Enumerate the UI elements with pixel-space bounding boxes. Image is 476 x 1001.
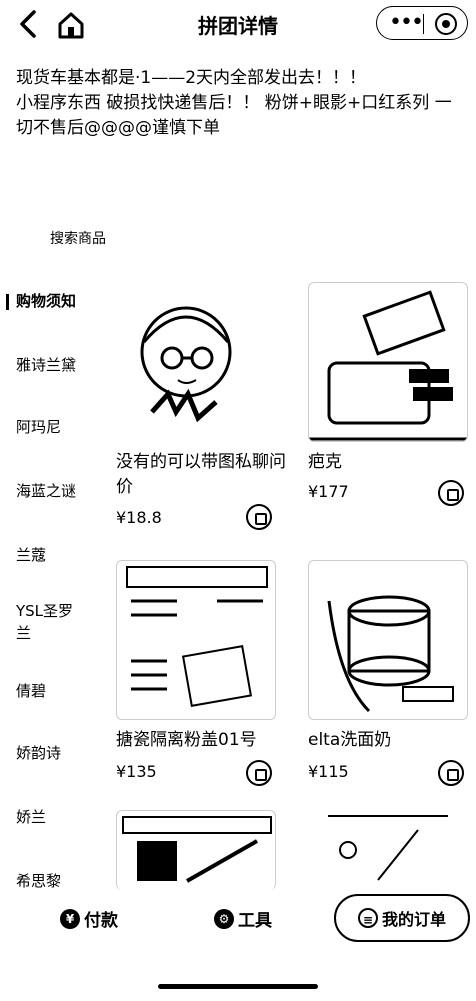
product-name: elta洗面奶: [308, 730, 392, 750]
sidebar-item-la-mer[interactable]: 海蓝之谜: [16, 480, 96, 502]
home-indicator: [158, 984, 318, 989]
sidebar-item-clarins[interactable]: 娇韵诗: [16, 742, 96, 764]
tools-label: 工具: [238, 911, 272, 931]
shop-notice: 现货车基本都是·1——2天内全部发出去！！！ 小程序东西 破损找快递售后！！ 粉…: [16, 66, 466, 141]
sidebar-item-shopping-notice[interactable]: 购物须知: [16, 290, 96, 312]
product-card[interactable]: [116, 810, 276, 890]
my-orders-button[interactable]: ≡ 我的订单: [334, 894, 470, 942]
list-icon: ≡: [357, 908, 378, 928]
sidebar-item-armani[interactable]: 阿玛尼: [16, 416, 96, 438]
orders-label: 我的订单: [381, 910, 446, 929]
top-navigation-bar: 拼团详情 •••: [0, 0, 476, 48]
capsule-divider: [423, 14, 424, 34]
pay-label: 付款: [84, 911, 118, 931]
tools-button[interactable]: ⚙ 工具: [214, 906, 272, 931]
sidebar-item-ysl[interactable]: YSL圣罗兰: [16, 600, 86, 644]
product-name: 搪瓷隔离粉盖01号: [116, 730, 257, 750]
search-input[interactable]: 搜索商品: [50, 228, 106, 248]
product-image: [308, 810, 468, 890]
product-card[interactable]: [308, 810, 468, 890]
yen-icon: ¥: [60, 908, 80, 929]
notice-line-2: 小程序东西 破损找快递售后！！ 粉饼+眼影+口红系列 一切不售后@@@@谨慎下单: [16, 93, 452, 138]
mini-program-capsule: •••: [376, 6, 468, 40]
bottom-action-bar: ¥ 付款 ⚙ 工具 ≡ 我的订单: [0, 890, 476, 950]
target-icon[interactable]: [435, 13, 457, 35]
product-image: [116, 282, 276, 442]
add-to-cart-icon[interactable]: [246, 760, 272, 786]
sidebar-item-clinique[interactable]: 倩碧: [16, 680, 96, 702]
more-dots-icon[interactable]: •••: [389, 12, 424, 34]
pay-button[interactable]: ¥ 付款: [60, 906, 118, 931]
sidebar-item-lancome[interactable]: 兰蔻: [16, 544, 96, 566]
product-image: [116, 560, 276, 720]
product-name: 疤克: [308, 452, 342, 472]
notice-line-1: 现货车基本都是·1——2天内全部发出去！！！: [16, 68, 367, 88]
tools-icon: ⚙: [214, 908, 234, 929]
sidebar-item-estee-lauder[interactable]: 雅诗兰黛: [16, 354, 96, 376]
sidebar-item-sisley[interactable]: 希思黎: [16, 870, 96, 892]
active-indicator: [6, 294, 9, 310]
product-name: 没有的可以带图私聊问价: [116, 452, 286, 497]
product-price: ¥18.8: [116, 508, 162, 527]
product-price: ¥135: [116, 762, 157, 781]
add-to-cart-icon[interactable]: [246, 504, 272, 530]
add-to-cart-icon[interactable]: [438, 480, 464, 506]
product-image: [116, 810, 276, 890]
product-image: [308, 282, 468, 442]
product-price: ¥177: [308, 482, 349, 501]
add-to-cart-icon[interactable]: [438, 760, 464, 786]
product-price: ¥115: [308, 762, 349, 781]
product-image: [308, 560, 468, 720]
sidebar-item-guerlain[interactable]: 娇兰: [16, 806, 96, 828]
